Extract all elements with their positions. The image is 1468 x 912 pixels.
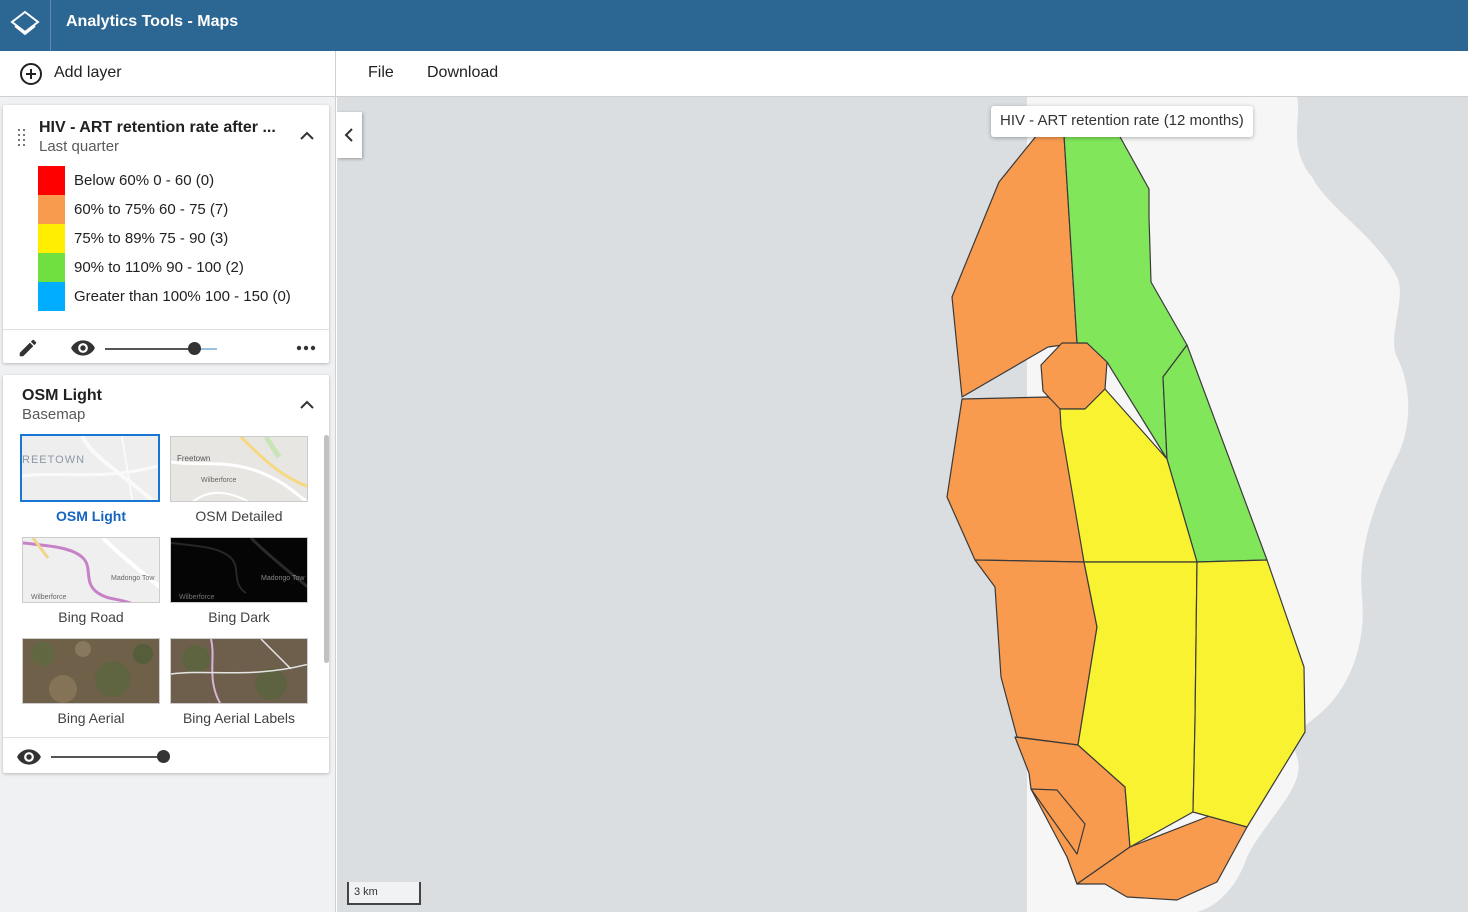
basemap-option-label[interactable]: Bing Dark [165,609,313,625]
map-region[interactable] [974,559,1098,746]
layers-logo-icon[interactable] [0,0,51,51]
basemap-preview [171,437,307,501]
eye-icon[interactable] [70,339,96,357]
slider-knob[interactable] [188,342,201,355]
legend-item: 60% to 75% 60 - 75 (7) [38,195,318,224]
basemap-osm-detailed[interactable]: Freetown Wilberforce [170,436,308,502]
basemap-option-label[interactable]: OSM Detailed [165,508,313,524]
basemap-title: OSM Light [22,387,102,404]
basemap-option-label[interactable]: Bing Aerial Labels [165,710,313,726]
legend-item: 75% to 89% 75 - 90 (3) [38,224,318,253]
legend-label: 75% to 89% 75 - 90 (3) [74,230,229,247]
layer-period: Last quarter [39,138,120,155]
legend-swatch [38,166,65,195]
thumb-label: REETOWN [22,454,86,466]
legend-label: 60% to 75% 60 - 75 (7) [74,201,229,218]
chevron-up-icon[interactable] [297,126,317,146]
download-menu[interactable]: Download [427,64,498,82]
collapse-panel-button[interactable] [337,112,362,158]
legend-item: 90% to 110% 90 - 100 (2) [38,253,318,282]
basemap-preview [22,436,158,500]
map-canvas [946,97,1409,912]
basemap-bing-road[interactable]: Madongo Tow Wilberforce [22,537,160,603]
thumb-label: Madongo Tow [111,575,155,582]
slider-track [51,756,163,758]
basemap-preview [23,639,159,703]
legend-item: Below 60% 0 - 60 (0) [38,166,318,195]
more-icon[interactable] [296,345,316,351]
add-layer-button[interactable]: Add layer [0,51,336,96]
toolbar: Add layer File Download [0,51,1468,97]
edit-icon[interactable] [17,337,39,359]
legend-label: Below 60% 0 - 60 (0) [74,172,215,189]
drag-handle-icon[interactable] [18,129,26,149]
layer-toolbar [3,329,329,363]
basemap-bing-aerial[interactable] [22,638,160,704]
scale-label: 3 km [354,886,378,898]
basemap-bing-dark[interactable]: Madongo Tow Wilberforce [170,537,308,603]
legend-label: Greater than 100% 100 - 150 (0) [74,288,291,305]
scale-bar: 3 km [347,882,421,905]
app-title: Analytics Tools - Maps [66,13,239,30]
slider-knob[interactable] [157,750,170,763]
eye-icon[interactable] [16,748,42,766]
chevron-left-icon [344,128,353,142]
legend-swatch [38,224,65,253]
thumb-label: Wilberforce [179,594,215,601]
thumb-label: Wilberforce [201,477,237,484]
map-layer-tooltip: HIV - ART retention rate (12 months) [991,106,1253,137]
app-header: Analytics Tools - Maps [0,0,1468,51]
legend-swatch [38,282,65,311]
legend-swatch [38,253,65,282]
basemap-toolbar [3,737,329,773]
legend-label: 90% to 110% 90 - 100 (2) [74,259,244,276]
thumb-label: Freetown [177,454,211,463]
add-circle-icon [20,63,42,85]
thumb-label: Wilberforce [31,594,67,601]
basemap-subtitle: Basemap [22,406,86,423]
add-layer-label: Add layer [54,64,122,81]
basemap-card: OSM Light Basemap REETOWN OSM Light Free… [3,375,329,773]
layers-panel: HIV - ART retention rate after ... Last … [0,97,336,912]
basemap-option-label[interactable]: Bing Road [17,609,165,625]
basemap-scrollbar[interactable] [324,435,329,663]
basemap-option-label[interactable]: OSM Light [17,508,165,524]
basemap-preview [171,639,307,703]
thematic-layer-card: HIV - ART retention rate after ... Last … [3,105,329,363]
legend-item: Greater than 100% 100 - 150 (0) [38,282,318,311]
basemap-osm-light[interactable]: REETOWN [20,434,160,502]
file-menu[interactable]: File [368,64,394,82]
basemap-option-label[interactable]: Bing Aerial [17,710,165,726]
thumb-label: Madongo Tow [261,575,305,582]
slider-track [105,348,195,350]
legend-swatch [38,195,65,224]
basemap-bing-aerial-labels[interactable] [170,638,308,704]
map-view[interactable]: HIV - ART retention rate (12 months) 3 k… [337,97,1468,912]
layer-title: HIV - ART retention rate after ... [39,119,276,136]
chevron-up-icon[interactable] [297,395,317,415]
